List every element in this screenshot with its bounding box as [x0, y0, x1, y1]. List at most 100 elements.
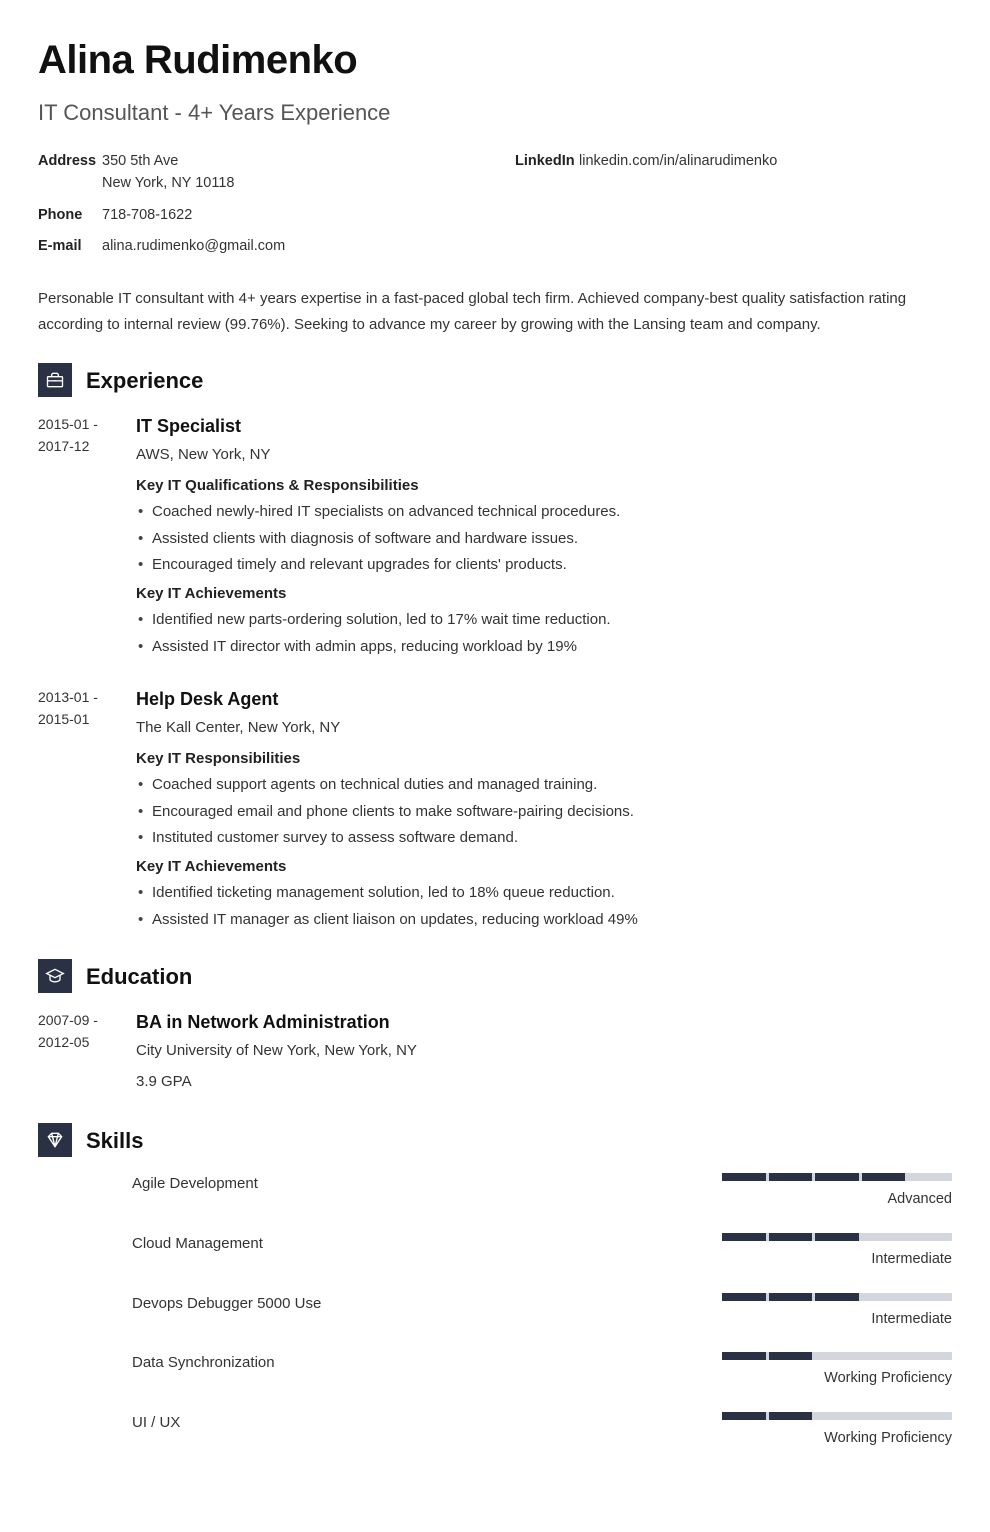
skill-segment	[769, 1233, 813, 1241]
skill-row: Data Synchronization Working Proficiency	[132, 1352, 952, 1390]
contact-label: Phone	[38, 205, 102, 227]
bullet-list: Coached support agents on technical duti…	[136, 774, 952, 850]
skill-meter-wrap: Advanced	[722, 1173, 952, 1211]
entry-extra: 3.9 GPA	[136, 1071, 952, 1094]
skill-segment	[908, 1293, 952, 1301]
skill-bar	[722, 1233, 952, 1241]
skill-segment	[815, 1233, 859, 1241]
skill-segment	[908, 1173, 952, 1181]
contact-label: Address	[38, 151, 102, 195]
entry-body: Help Desk Agent The Kall Center, New York…	[136, 686, 952, 937]
skill-segment	[769, 1173, 813, 1181]
skill-meter-wrap: Intermediate	[722, 1233, 952, 1271]
section-title-experience: Experience	[86, 364, 203, 397]
skill-row: Agile Development Advanced	[132, 1173, 952, 1211]
contact-row: E-mailalina.rudimenko@gmail.com	[38, 236, 475, 258]
skill-bar	[722, 1173, 952, 1181]
skill-name: Agile Development	[132, 1173, 702, 1196]
skill-bar	[722, 1352, 952, 1360]
entry-block-heading: Key IT Qualifications & Responsibilities	[136, 475, 952, 498]
contact-value: 718-708-1622	[102, 205, 192, 227]
education-list: 2007-09 -2012-05 BA in Network Administra…	[38, 1009, 952, 1101]
skill-level-label: Working Proficiency	[722, 1368, 952, 1390]
summary-text: Personable IT consultant with 4+ years e…	[38, 286, 952, 337]
skill-segment	[722, 1173, 766, 1181]
bullet-list: Identified new parts-ordering solution, …	[136, 609, 952, 658]
skill-segment	[769, 1293, 813, 1301]
contact-value: alina.rudimenko@gmail.com	[102, 236, 285, 258]
skill-level-label: Advanced	[722, 1189, 952, 1211]
skill-segment	[908, 1352, 952, 1360]
section-header-skills: Skills	[38, 1123, 952, 1157]
briefcase-icon	[38, 363, 72, 397]
resume-name: Alina Rudimenko	[38, 30, 952, 90]
skill-name: UI / UX	[132, 1412, 702, 1435]
bullet-item: Encouraged email and phone clients to ma…	[136, 801, 952, 824]
skill-segment	[862, 1352, 906, 1360]
bullet-item: Assisted clients with diagnosis of softw…	[136, 528, 952, 551]
graduation-cap-icon	[38, 959, 72, 993]
contact-row: LinkedInlinkedin.com/in/alinarudimenko	[515, 151, 952, 173]
contact-col-left: Address350 5th Ave New York, NY 10118Pho…	[38, 151, 475, 268]
section-title-education: Education	[86, 960, 192, 993]
skill-level-label: Working Proficiency	[722, 1428, 952, 1450]
bullet-list: Coached newly-hired IT specialists on ad…	[136, 501, 952, 577]
bullet-item: Encouraged timely and relevant upgrades …	[136, 554, 952, 577]
entry-date: 2007-09 -2012-05	[38, 1009, 116, 1101]
contact-value: linkedin.com/in/alinarudimenko	[579, 151, 777, 173]
bullet-item: Coached support agents on technical duti…	[136, 774, 952, 797]
bullet-item: Assisted IT director with admin apps, re…	[136, 636, 952, 659]
entry-date: 2013-01 -2015-01	[38, 686, 116, 937]
skill-segment	[815, 1352, 859, 1360]
skill-level-label: Intermediate	[722, 1249, 952, 1271]
skill-name: Cloud Management	[132, 1233, 702, 1256]
section-header-experience: Experience	[38, 363, 952, 397]
contact-label: LinkedIn	[515, 151, 579, 173]
entry-subtitle: City University of New York, New York, N…	[136, 1040, 952, 1063]
skill-bar	[722, 1293, 952, 1301]
skill-segment	[862, 1412, 906, 1420]
section-title-skills: Skills	[86, 1124, 143, 1157]
entry-body: IT Specialist AWS, New York, NY Key IT Qua…	[136, 413, 952, 664]
skill-segment	[815, 1173, 859, 1181]
entry-title: BA in Network Administration	[136, 1009, 952, 1036]
skill-segment	[908, 1412, 952, 1420]
entry-block-heading: Key IT Achievements	[136, 583, 952, 606]
bullet-item: Assisted IT manager as client liaison on…	[136, 909, 952, 932]
skill-level-label: Intermediate	[722, 1309, 952, 1331]
bullet-item: Identified new parts-ordering solution, …	[136, 609, 952, 632]
skill-segment	[769, 1352, 813, 1360]
skill-segment	[862, 1293, 906, 1301]
experience-entry: 2015-01 -2017-12 IT Specialist AWS, New Yo…	[38, 413, 952, 664]
entry-subtitle: The Kall Center, New York, NY	[136, 717, 952, 740]
skill-row: UI / UX Working Proficiency	[132, 1412, 952, 1450]
entry-title: Help Desk Agent	[136, 686, 952, 713]
skill-segment	[769, 1412, 813, 1420]
skill-segment	[815, 1412, 859, 1420]
bullet-item: Identified ticketing management solution…	[136, 882, 952, 905]
skill-name: Data Synchronization	[132, 1352, 702, 1375]
contact-col-right: LinkedInlinkedin.com/in/alinarudimenko	[515, 151, 952, 268]
contact-row: Address350 5th Ave New York, NY 10118	[38, 151, 475, 195]
contact-value: 350 5th Ave New York, NY 10118	[102, 151, 234, 195]
entry-title: IT Specialist	[136, 413, 952, 440]
contact-row: Phone718-708-1622	[38, 205, 475, 227]
skill-segment	[722, 1293, 766, 1301]
bullet-item: Coached newly-hired IT specialists on ad…	[136, 501, 952, 524]
bullet-item: Instituted customer survey to assess sof…	[136, 827, 952, 850]
skill-meter-wrap: Working Proficiency	[722, 1352, 952, 1390]
skill-segment	[722, 1233, 766, 1241]
entry-body: BA in Network Administration City Univers…	[136, 1009, 952, 1101]
entry-date: 2015-01 -2017-12	[38, 413, 116, 664]
skill-segment	[815, 1293, 859, 1301]
section-header-education: Education	[38, 959, 952, 993]
skill-name: Devops Debugger 5000 Use	[132, 1293, 702, 1316]
contact-grid: Address350 5th Ave New York, NY 10118Pho…	[38, 151, 952, 268]
skill-meter-wrap: Working Proficiency	[722, 1412, 952, 1450]
experience-entry: 2013-01 -2015-01 Help Desk Agent The Kall …	[38, 686, 952, 937]
education-entry: 2007-09 -2012-05 BA in Network Administra…	[38, 1009, 952, 1101]
skill-segment	[722, 1352, 766, 1360]
entry-subtitle: AWS, New York, NY	[136, 444, 952, 467]
entry-block-heading: Key IT Responsibilities	[136, 748, 952, 771]
skill-segment	[908, 1233, 952, 1241]
